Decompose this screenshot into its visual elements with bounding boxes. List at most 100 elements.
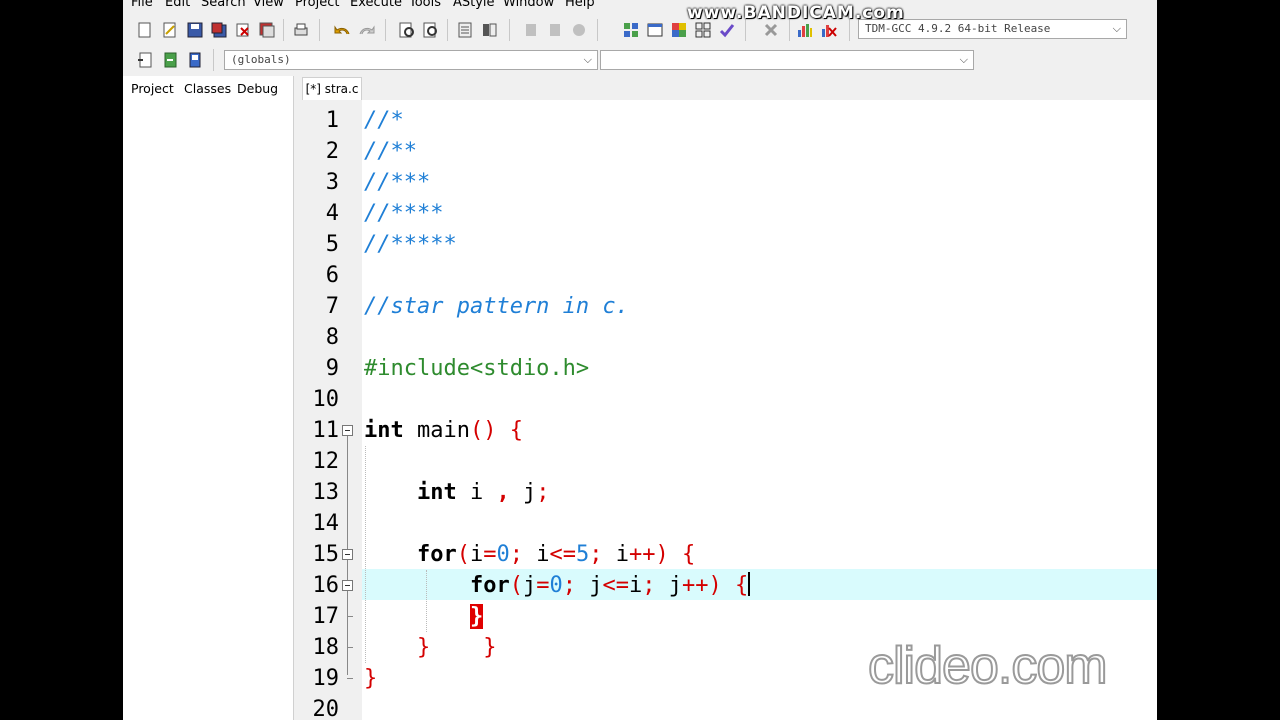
code-line-5: //***** bbox=[364, 229, 457, 260]
profile-icon[interactable] bbox=[795, 20, 815, 40]
menu-view[interactable]: View bbox=[253, 0, 284, 10]
rebuild-all-icon[interactable] bbox=[693, 20, 713, 40]
project-options-icon[interactable] bbox=[569, 20, 589, 40]
line-number: 18 bbox=[312, 635, 340, 660]
number: 5 bbox=[575, 542, 590, 567]
compile-icon[interactable] bbox=[621, 20, 641, 40]
fold-toggle-icon[interactable] bbox=[342, 580, 353, 591]
line-number: 15 bbox=[312, 542, 340, 567]
code-line-19: } bbox=[364, 663, 377, 694]
symbol: ( bbox=[456, 542, 470, 567]
comment: //* bbox=[364, 108, 404, 133]
matched-brace: } bbox=[469, 604, 484, 629]
comment: //star pattern in c. bbox=[364, 294, 629, 319]
fold-toggle-icon[interactable] bbox=[342, 425, 353, 436]
symbol: ) { bbox=[708, 573, 749, 598]
chevron-down-icon: ⌵ bbox=[1112, 22, 1121, 35]
redo-icon[interactable] bbox=[357, 20, 377, 40]
stop-execution-icon[interactable] bbox=[761, 20, 781, 40]
add-to-project-icon[interactable] bbox=[521, 20, 541, 40]
identifier: i bbox=[628, 573, 643, 598]
run-icon[interactable] bbox=[645, 20, 665, 40]
code-line-1: //* bbox=[364, 105, 404, 136]
identifier: j bbox=[522, 573, 537, 598]
line-number: 7 bbox=[325, 294, 339, 319]
symbol: = bbox=[483, 542, 497, 567]
line-number: 11 bbox=[312, 418, 340, 443]
code-line-17: } bbox=[364, 601, 484, 632]
number: 0 bbox=[549, 573, 563, 598]
menu-file[interactable]: File bbox=[131, 0, 153, 10]
keyword: for bbox=[416, 542, 457, 567]
keyword: int bbox=[364, 418, 404, 443]
code-editor[interactable]: 1 2 3 4 5 6 7 8 9 10 11 12 13 14 15 16 1… bbox=[302, 100, 1157, 720]
open-file-icon[interactable] bbox=[160, 20, 180, 40]
code-line-11: int main() { bbox=[364, 415, 523, 446]
delete-profile-icon[interactable] bbox=[819, 20, 839, 40]
close-all-icon[interactable] bbox=[257, 20, 277, 40]
toolbar-separator bbox=[283, 19, 284, 41]
line-number: 6 bbox=[325, 263, 339, 288]
goto-line-icon[interactable] bbox=[455, 20, 475, 40]
symbol: ; bbox=[642, 573, 656, 598]
menu-bar: File Edit Search View Project Execute To… bbox=[123, 0, 1157, 13]
line-number: 10 bbox=[312, 387, 340, 412]
number: 0 bbox=[496, 542, 510, 567]
line-number: 12 bbox=[312, 449, 340, 474]
toggle-comment-icon[interactable] bbox=[185, 50, 205, 70]
tab-classes[interactable]: Classes bbox=[179, 78, 236, 99]
scope-select-value: (globals) bbox=[231, 53, 291, 66]
fold-toggle-icon[interactable] bbox=[342, 549, 353, 560]
code-line-15: for(i=0; i<=5; i++) { bbox=[364, 539, 695, 570]
toolbar-separator bbox=[385, 19, 386, 41]
toolbar-separator bbox=[597, 19, 598, 41]
clideo-watermark: clideo.com bbox=[867, 636, 1109, 696]
remove-from-project-icon[interactable] bbox=[545, 20, 565, 40]
scope-select[interactable]: (globals) ⌵ bbox=[224, 50, 598, 70]
menu-astyle[interactable]: AStyle bbox=[453, 0, 495, 10]
menu-help[interactable]: Help bbox=[565, 0, 595, 10]
save-all-icon[interactable] bbox=[209, 20, 229, 40]
save-icon[interactable] bbox=[185, 20, 205, 40]
undo-icon[interactable] bbox=[332, 20, 352, 40]
symbol: , bbox=[496, 480, 510, 505]
close-file-icon[interactable] bbox=[233, 20, 253, 40]
unindent-icon[interactable] bbox=[160, 50, 180, 70]
menu-window[interactable]: Window bbox=[503, 0, 554, 10]
toolbar-separator bbox=[447, 19, 448, 41]
symbol: ; bbox=[536, 480, 550, 505]
identifier: main bbox=[403, 418, 470, 443]
code-line-9: #include<stdio.h> bbox=[364, 353, 589, 384]
syntax-check-icon[interactable] bbox=[717, 20, 737, 40]
identifier: j bbox=[655, 573, 682, 598]
menu-search[interactable]: Search bbox=[201, 0, 246, 10]
toolbar-separator bbox=[213, 49, 214, 71]
preprocessor-directive: #include<stdio.h> bbox=[364, 356, 590, 381]
comment: //*** bbox=[364, 170, 431, 195]
replace-icon[interactable] bbox=[421, 20, 441, 40]
tab-project[interactable]: Project bbox=[126, 78, 179, 99]
symbol: = bbox=[536, 573, 550, 598]
print-icon[interactable] bbox=[291, 20, 311, 40]
menu-project[interactable]: Project bbox=[295, 0, 339, 10]
tab-debug[interactable]: Debug bbox=[232, 78, 283, 99]
chevron-down-icon: ⌵ bbox=[959, 53, 968, 66]
find-icon[interactable] bbox=[397, 20, 417, 40]
menu-tools[interactable]: Tools bbox=[409, 0, 441, 10]
toolbar-separator bbox=[319, 19, 320, 41]
line-number: 1 bbox=[325, 108, 339, 133]
symbol-select[interactable]: ⌵ bbox=[600, 50, 974, 70]
menu-execute[interactable]: Execute bbox=[350, 0, 402, 10]
compile-run-icon[interactable] bbox=[669, 20, 689, 40]
new-file-icon[interactable] bbox=[135, 20, 155, 40]
indent-icon[interactable] bbox=[135, 50, 155, 70]
symbol: ; bbox=[589, 542, 603, 567]
compiler-select-value: TDM-GCC 4.9.2 64-bit Release bbox=[865, 22, 1051, 35]
bookmark-icon[interactable] bbox=[479, 20, 499, 40]
code-line-2: //** bbox=[364, 136, 417, 167]
code-line-18: } } bbox=[364, 632, 496, 663]
tab-stra-c[interactable]: [*] stra.c bbox=[302, 77, 362, 100]
identifier: i bbox=[456, 480, 497, 505]
symbol: <= bbox=[602, 573, 629, 598]
menu-edit[interactable]: Edit bbox=[165, 0, 190, 10]
